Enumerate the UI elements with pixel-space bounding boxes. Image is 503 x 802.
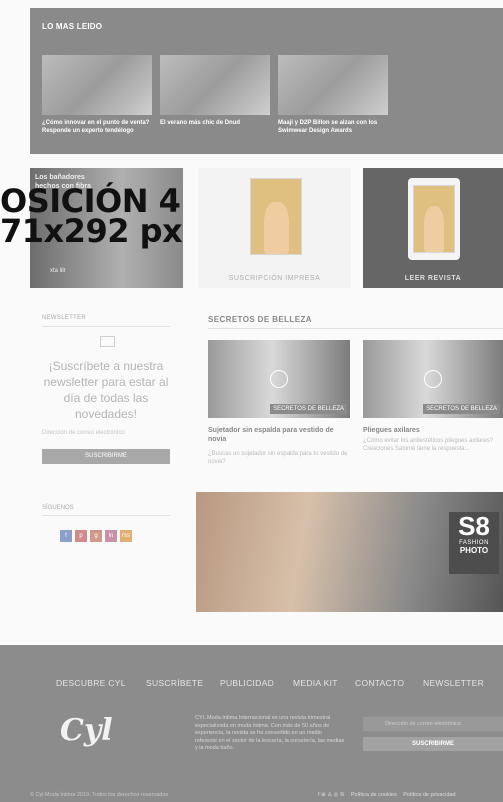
footer-link-discover[interactable]: DESCUBRE CYL xyxy=(56,678,126,688)
footer-email-field[interactable]: Dirección de correo electrónico xyxy=(363,717,503,731)
instagram-icon[interactable]: in xyxy=(105,530,117,542)
article-thumbnail[interactable]: SECRETOS DE BELLEZA xyxy=(363,340,503,418)
magazine-cover xyxy=(413,185,455,253)
most-read-item[interactable]: ¿Cómo innovar en el punto de venta? Resp… xyxy=(42,55,152,135)
s8-badge: S8 FASHION PHOTO xyxy=(449,512,499,574)
footer: DESCUBRE CYL SUSCRÍBETE PUBLICIDAD MEDIA… xyxy=(0,645,503,802)
footer-description: CYL Moda íntima Internacional es una rev… xyxy=(195,715,345,751)
rss-icon[interactable]: rss xyxy=(120,530,132,542)
footer-social-icons[interactable]: f ⊕ ♙ ◎ ℝ xyxy=(318,792,344,798)
read-magazine-label[interactable]: LEER REVISTA xyxy=(363,275,503,282)
read-magazine-card[interactable]: LEER REVISTA xyxy=(363,168,503,288)
beauty-section-title: SECRETOS DE BELLEZA xyxy=(208,315,312,324)
category-tag[interactable]: SECRETOS DE BELLEZA xyxy=(423,404,500,414)
footer-link-newsletter[interactable]: NEWSLETTER xyxy=(423,678,484,688)
promo-card-subtitle: xta lilr xyxy=(50,268,66,274)
newsletter-title: NEWSLETTER xyxy=(42,315,87,321)
article-thumbnail[interactable] xyxy=(160,55,270,115)
play-icon[interactable] xyxy=(270,370,288,388)
play-icon[interactable] xyxy=(424,370,442,388)
most-read-section: LO MAS LEIDO ¿Cómo innovar en el punto d… xyxy=(30,8,503,154)
divider xyxy=(208,328,503,329)
fashion-photo-banner[interactable]: S8 FASHION PHOTO xyxy=(196,492,503,612)
cyl-logo[interactable]: Cyl xyxy=(60,713,113,748)
magazine-cover xyxy=(250,178,302,255)
article-caption[interactable]: ¿Cómo innovar en el punto de venta? Resp… xyxy=(42,119,152,135)
most-read-item[interactable]: El verano más chic de Dnud xyxy=(160,55,270,127)
pinterest-icon[interactable]: p xyxy=(75,530,87,542)
article-headline[interactable]: Pliegues axilares xyxy=(363,426,503,435)
newsletter-subscribe-button[interactable]: SUSCRIBIRME xyxy=(42,449,170,464)
article-summary: ¿Cómo evitar los antiestéticos pliegues … xyxy=(363,438,494,452)
footer-subscribe-button[interactable]: SUSCRIBIRME xyxy=(363,737,503,751)
category-tag[interactable]: SECRETOS DE BELLEZA xyxy=(270,404,347,414)
article-summary: ¿Buscas un sujetador sin espalda para tu… xyxy=(208,451,348,465)
follow-title: SÍGUENOS xyxy=(42,505,74,511)
privacy-link[interactable]: Política de privacidad xyxy=(403,792,455,798)
article-thumbnail[interactable] xyxy=(42,55,152,115)
most-read-item[interactable]: Maaji y D2P Billon se alzan con los Swim… xyxy=(278,55,388,135)
newsletter-text: ¡Suscríbete a nuestra newsletter para es… xyxy=(43,359,169,421)
ad-position-overlay: OSICIÓN 4 71x292 px xyxy=(0,182,183,250)
footer-link-subscribe[interactable]: SUSCRÍBETE xyxy=(146,678,203,688)
s8-label: S8 xyxy=(458,511,490,541)
tablet-image xyxy=(408,178,460,260)
footer-legal-links: f ⊕ ♙ ◎ ℝ Política de cookies Política d… xyxy=(318,792,461,798)
print-subscription-card[interactable]: SUSCRIPCIÓN IMPRESA xyxy=(198,168,351,288)
article-thumbnail[interactable]: SECRETOS DE BELLEZA xyxy=(208,340,350,418)
newsletter-email-field[interactable]: Dirección de correo electrónico xyxy=(42,430,170,436)
most-read-title: LO MAS LEIDO xyxy=(42,22,103,31)
facebook-icon[interactable]: f xyxy=(60,530,72,542)
divider xyxy=(42,515,170,516)
mail-icon xyxy=(100,336,115,347)
article-thumbnail[interactable] xyxy=(278,55,388,115)
cookies-link[interactable]: Política de cookies xyxy=(351,792,397,798)
googleplus-icon[interactable]: g xyxy=(90,530,102,542)
footer-link-contact[interactable]: CONTACTO xyxy=(355,678,404,688)
footer-link-media-kit[interactable]: MEDIA KIT xyxy=(293,678,338,688)
footer-link-advertising[interactable]: PUBLICIDAD xyxy=(220,678,274,688)
article-caption[interactable]: El verano más chic de Dnud xyxy=(160,119,270,127)
copyright: © Cyl Moda Íntima 2019. Todos los derech… xyxy=(30,792,169,798)
divider xyxy=(42,326,170,327)
article-caption[interactable]: Maaji y D2P Billon se alzan con los Swim… xyxy=(278,119,388,135)
print-subscription-label[interactable]: SUSCRIPCIÓN IMPRESA xyxy=(198,275,351,282)
photo-label: PHOTO xyxy=(459,546,489,555)
article-headline[interactable]: Sujetador sin espalda para vestido de no… xyxy=(208,426,350,444)
